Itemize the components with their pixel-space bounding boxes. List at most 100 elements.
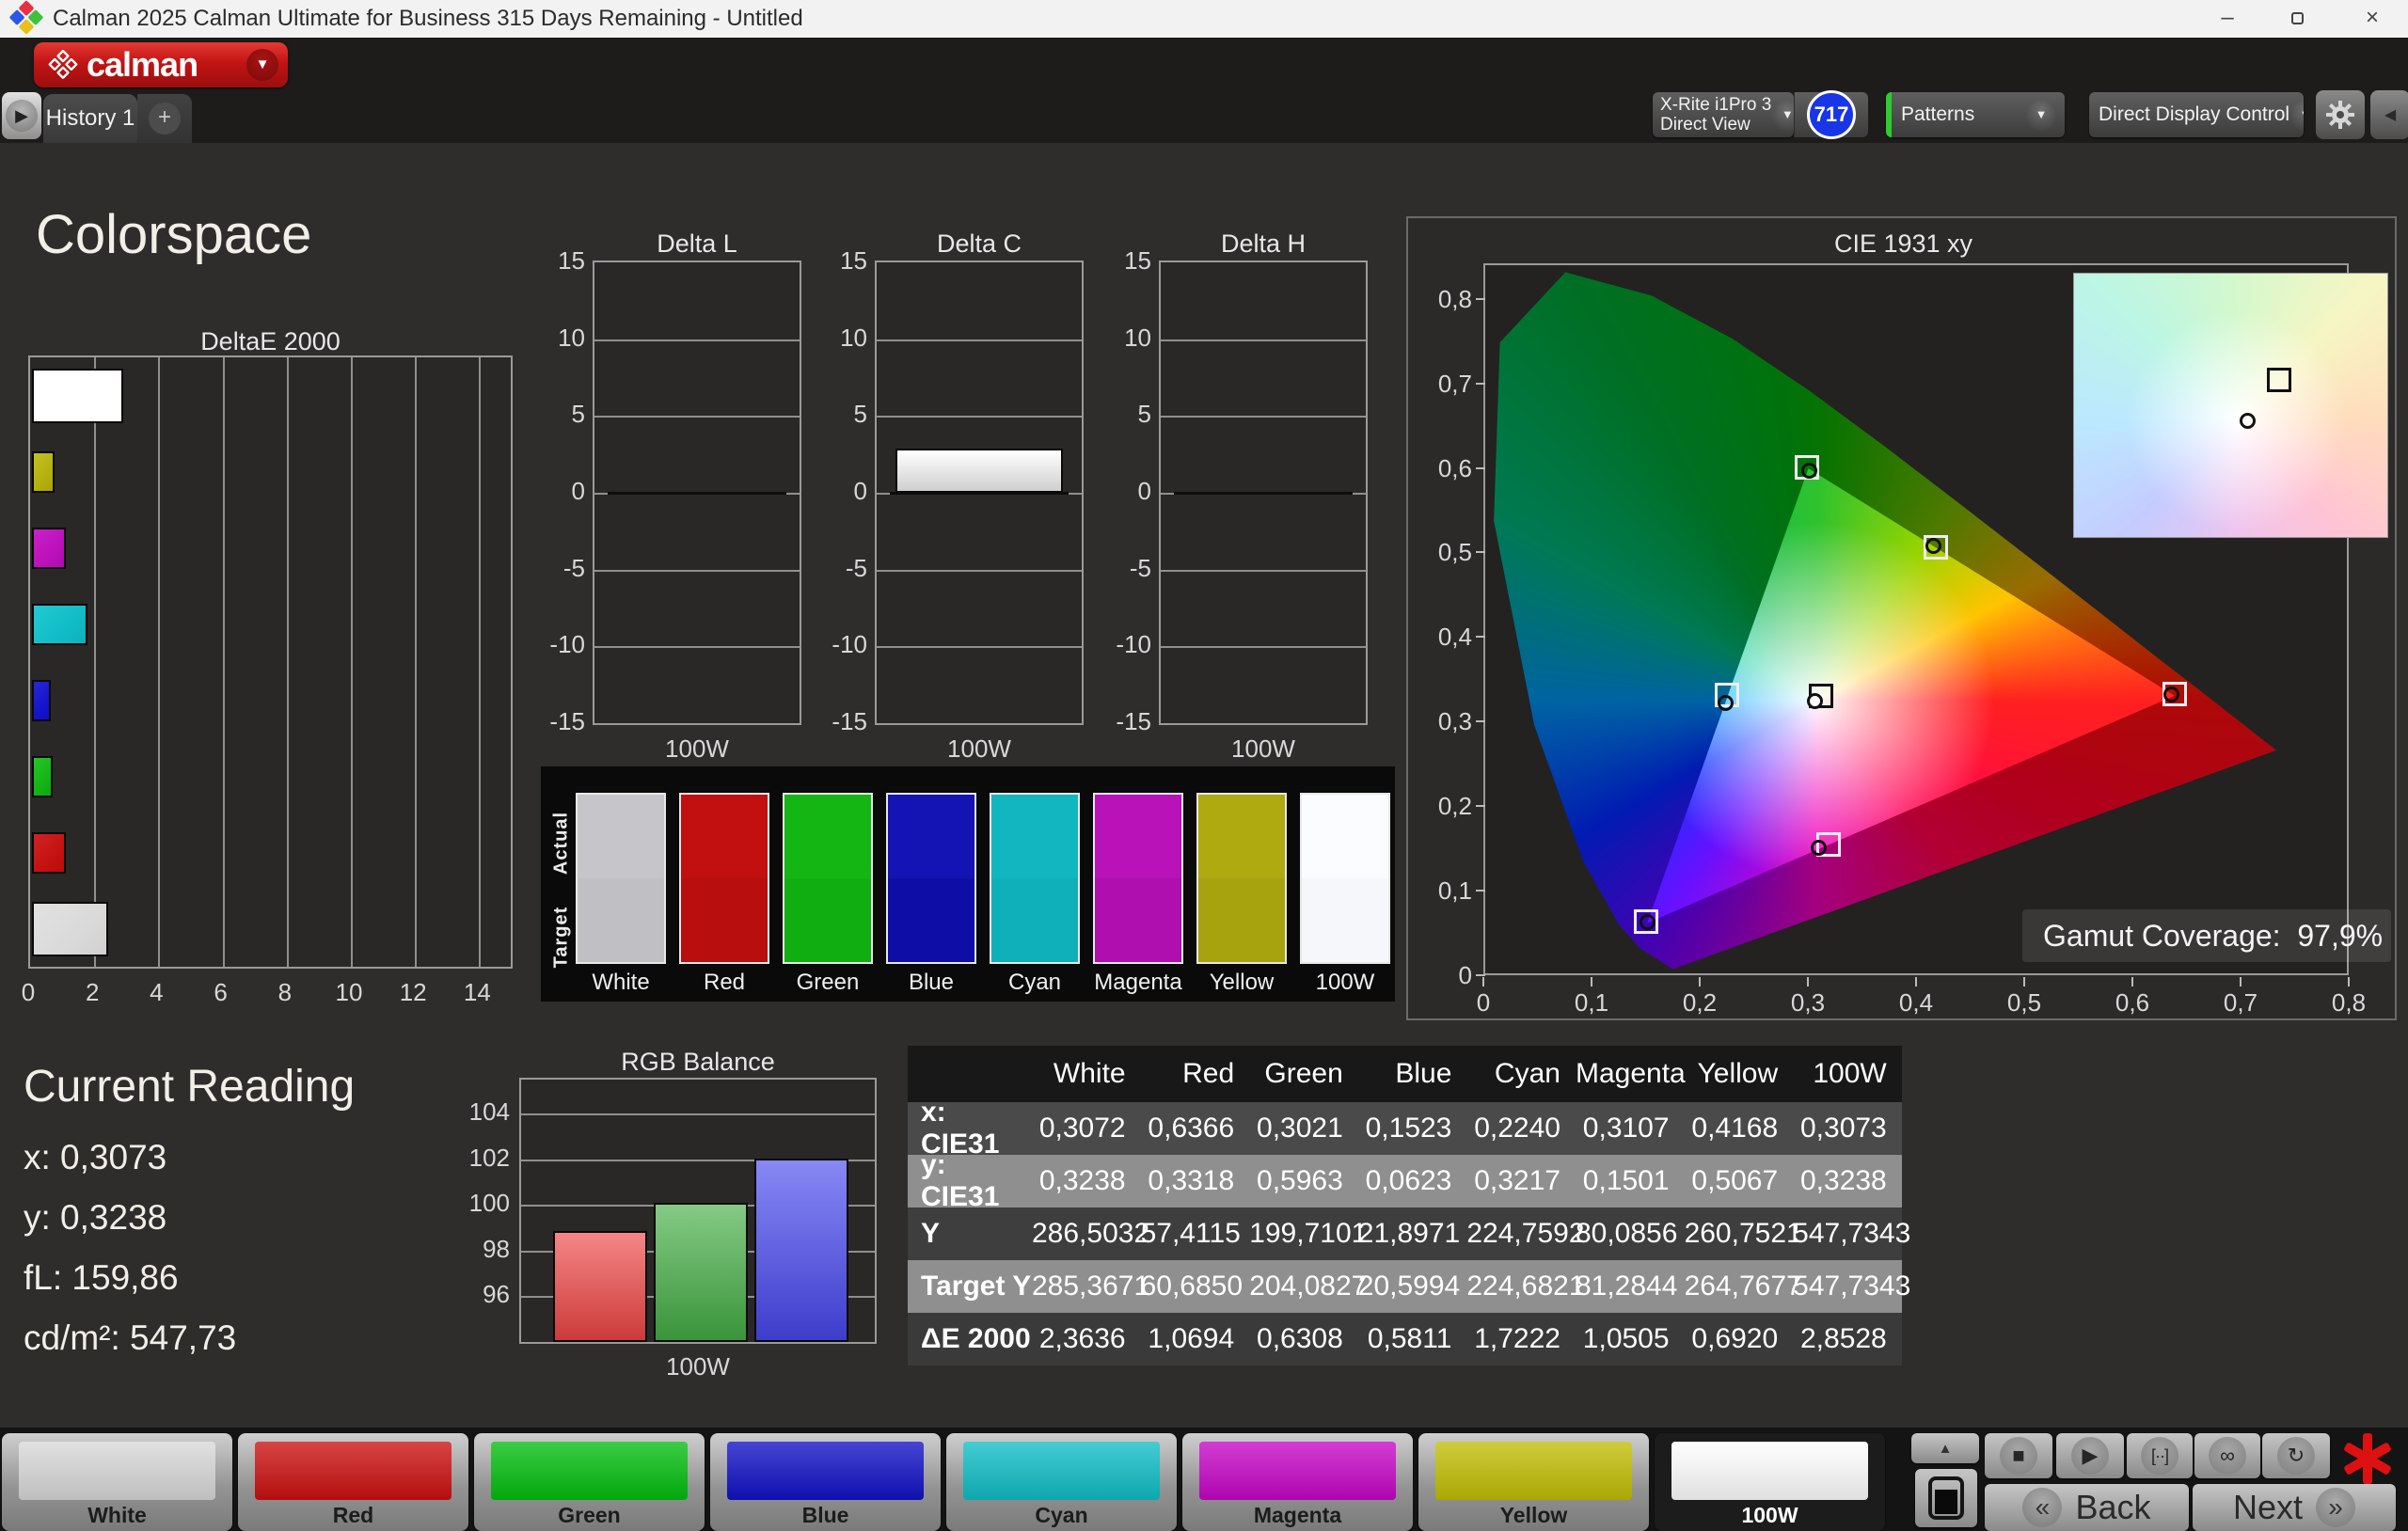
back-label: Back xyxy=(2075,1488,2150,1527)
close-button[interactable]: × xyxy=(2346,0,2399,38)
table-cell: 199,7101 xyxy=(1249,1218,1358,1250)
tick-mark xyxy=(1915,977,1917,986)
swatch-label: Blue xyxy=(886,970,976,996)
y-tick-label: -15 xyxy=(536,707,585,736)
bar-red xyxy=(553,1231,647,1342)
page-title: Colorspace xyxy=(36,203,311,266)
pattern-label: Red xyxy=(238,1503,468,1528)
stop-icon: ■ xyxy=(2000,1437,2037,1475)
workflow-nav-button[interactable]: ▶ xyxy=(2,92,41,139)
gridline xyxy=(415,357,417,967)
reading-fl: fL: 159,86 xyxy=(24,1258,179,1298)
display-control-dropdown[interactable]: Direct Display Control ▼ xyxy=(2089,92,2304,137)
bar-white xyxy=(32,902,108,956)
calman-menu-button[interactable]: calman ▼ xyxy=(34,42,288,87)
y-tick-label: 15 xyxy=(818,246,867,276)
pattern-swatch xyxy=(491,1442,688,1500)
settings-button[interactable] xyxy=(2316,90,2365,139)
gridline xyxy=(521,1113,875,1115)
tick-mark xyxy=(2131,977,2133,986)
minimize-button[interactable]: – xyxy=(2201,0,2254,38)
table-cell: 0,3073 xyxy=(1793,1113,1902,1144)
swatch-actual xyxy=(1095,795,1181,878)
pattern-button-100w[interactable]: 100W xyxy=(1655,1433,1885,1531)
chevrons-right-icon: » xyxy=(2316,1488,2355,1527)
loop-button[interactable]: ∞ xyxy=(2194,1433,2260,1478)
pattern-button-blue[interactable]: Blue xyxy=(710,1433,941,1531)
next-button[interactable]: Next » xyxy=(2193,1484,2396,1531)
table-cell: 0,1523 xyxy=(1358,1113,1467,1144)
row-label: Y xyxy=(908,1218,1032,1250)
tick-mark xyxy=(1476,467,1485,469)
swatch-label: White xyxy=(576,970,666,996)
pattern-label: Blue xyxy=(710,1503,941,1528)
table-cell: 0,3318 xyxy=(1141,1165,1250,1197)
swatch-actual xyxy=(681,795,768,878)
whitepoint-target-marker xyxy=(2267,368,2291,392)
gridline xyxy=(94,357,96,967)
swatch-label: Cyan xyxy=(990,970,1080,996)
calman-window: Calman 2025 Calman Ultimate for Business… xyxy=(0,0,2408,1531)
collapse-panel-button[interactable]: ◀ xyxy=(2370,90,2408,139)
refresh-button[interactable]: ↻ xyxy=(2262,1433,2330,1478)
x-axis-label: 100W xyxy=(593,734,801,764)
rgb-balance-x-label: 100W xyxy=(519,1352,877,1381)
patterns-dropdown[interactable]: Patterns ▼ xyxy=(1886,92,2065,137)
table-cell: 81,2844 xyxy=(1576,1271,1685,1302)
swatch-target xyxy=(888,878,974,962)
maximize-button[interactable] xyxy=(2271,0,2323,38)
cie-x-tick: 0 xyxy=(1455,988,1512,1018)
title-bar: Calman 2025 Calman Ultimate for Business… xyxy=(0,0,2408,38)
pattern-button-red[interactable]: Red xyxy=(238,1433,468,1531)
swatch-label: Green xyxy=(783,970,873,996)
pattern-window-up-button[interactable]: ▲ xyxy=(1911,1433,1979,1463)
whitepoint-measured-marker xyxy=(2240,413,2256,429)
range-button[interactable]: [··] xyxy=(2127,1433,2193,1478)
cie-x-tick: 0,2 xyxy=(1671,988,1728,1018)
play-button[interactable]: ▶ xyxy=(2056,1433,2124,1478)
meter-count-badge[interactable]: 717 xyxy=(1794,92,1868,137)
swatch-cyan xyxy=(990,793,1080,964)
pattern-button-cyan[interactable]: Cyan xyxy=(946,1433,1177,1531)
tick-mark xyxy=(1476,805,1485,807)
swatch-label: 100W xyxy=(1300,970,1390,996)
y-tick-label: 0 xyxy=(1102,477,1151,506)
gridline xyxy=(223,357,225,967)
stop-button[interactable]: ■ xyxy=(1985,1433,2052,1478)
swatch-actual xyxy=(784,795,871,878)
meter-line1: X-Rite i1Pro 3 xyxy=(1660,95,1771,115)
back-button[interactable]: « Back xyxy=(1985,1484,2189,1531)
gridline xyxy=(479,357,481,967)
cie-y-tick: 0,3 xyxy=(1418,707,1472,736)
gridline xyxy=(1161,646,1366,648)
x-tick-label: 10 xyxy=(336,978,363,1007)
swatch-target xyxy=(578,878,664,962)
table-cell: 264,7677 xyxy=(1685,1271,1794,1302)
pattern-button-green[interactable]: Green xyxy=(474,1433,705,1531)
table-cell: 1,0694 xyxy=(1141,1323,1250,1355)
column-header-yellow: Yellow xyxy=(1685,1058,1794,1090)
table-row: Y286,503257,4115199,710121,8971224,75928… xyxy=(908,1207,1902,1260)
y-tick-label: 10 xyxy=(536,324,585,353)
row-label: y: CIE31 xyxy=(908,1149,1032,1213)
y-tick-label: 15 xyxy=(536,246,585,276)
pattern-button-magenta[interactable]: Magenta xyxy=(1182,1433,1413,1531)
meter-dropdown[interactable]: X-Rite i1Pro 3 Direct View ▼ xyxy=(1653,92,1794,137)
tick-mark xyxy=(2348,977,2350,986)
column-header-red: Red xyxy=(1141,1058,1250,1090)
rgb-balance-title: RGB Balance xyxy=(519,1048,877,1077)
pattern-swatch xyxy=(19,1442,215,1500)
cyan-measured-marker xyxy=(1718,695,1734,711)
swatch-green xyxy=(783,793,873,964)
gridline xyxy=(594,570,800,572)
pattern-swatch xyxy=(963,1442,1160,1500)
plus-icon: + xyxy=(149,103,181,134)
alert-asterisk-icon[interactable] xyxy=(2340,1431,2395,1486)
swatch-target xyxy=(991,878,1078,962)
pattern-window-button[interactable] xyxy=(1915,1469,1977,1527)
y-tick-label: -15 xyxy=(818,707,867,736)
add-tab-button[interactable]: + xyxy=(137,94,192,143)
pattern-button-white[interactable]: White xyxy=(2,1433,232,1531)
tab-history-1[interactable]: History 1 xyxy=(43,94,137,143)
pattern-button-yellow[interactable]: Yellow xyxy=(1418,1433,1649,1531)
